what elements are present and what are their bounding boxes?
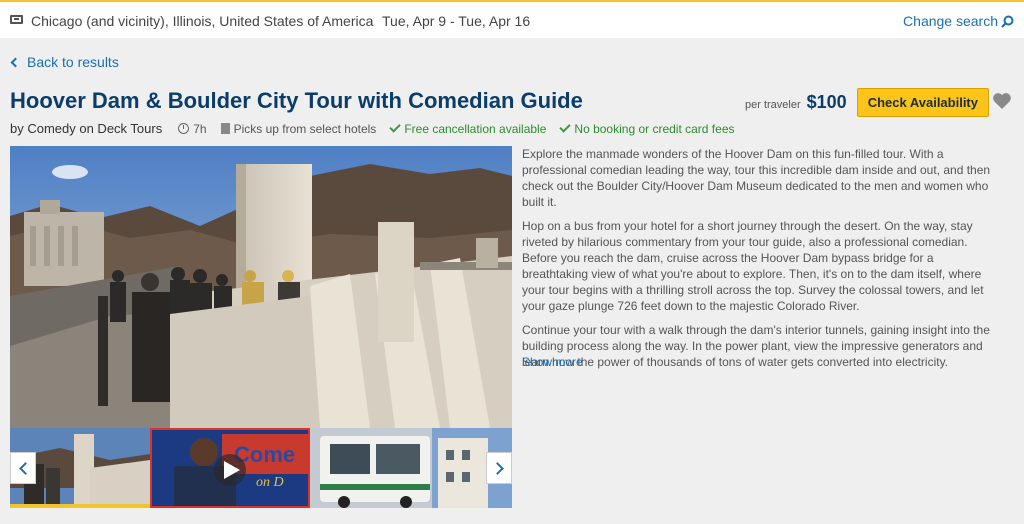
change-search-link[interactable]: Change search: [903, 13, 998, 29]
heart-icon[interactable]: [992, 92, 1012, 110]
photo-thumbnails: Come on D: [10, 428, 512, 508]
search-summary-bar: Chicago (and vicinity), Illinois, United…: [0, 0, 1024, 38]
clock-icon: [178, 123, 190, 134]
operator-name: by Comedy on Deck Tours: [10, 121, 163, 136]
description-paragraph: Hop on a bus from your hotel for a short…: [522, 219, 984, 313]
thumbnails-prev-button[interactable]: [10, 452, 36, 484]
chevron-left-icon: [19, 462, 32, 475]
main-photo[interactable]: [10, 146, 512, 428]
thumbnails-next-button[interactable]: [486, 452, 512, 484]
price-box: per traveler $100 Check Availability: [745, 88, 989, 117]
chevron-left-icon: [10, 57, 21, 68]
price-amount: $100: [806, 92, 847, 112]
no-fees-text: No booking or credit card fees: [574, 121, 735, 136]
description-paragraph: Explore the manmade wonders of the Hoove…: [522, 147, 991, 209]
check-availability-button[interactable]: Check Availability: [856, 88, 989, 117]
location-card-icon: [10, 15, 23, 24]
pickup-info: Picks up from select hotels: [220, 121, 377, 136]
search-icon[interactable]: [1001, 15, 1014, 28]
duration-value: 7h: [193, 121, 207, 136]
free-cancellation: Free cancellation available: [389, 120, 547, 136]
back-to-results-link[interactable]: Back to results: [10, 54, 119, 70]
check-icon: [389, 120, 401, 133]
per-traveler-label: per traveler: [745, 98, 801, 111]
check-icon: [559, 120, 572, 133]
back-label: Back to results: [27, 54, 119, 70]
thumbnail-sign-text-2: on D: [256, 475, 284, 490]
search-location: Chicago (and vicinity), Illinois, United…: [31, 13, 374, 29]
building-icon: [220, 123, 230, 134]
duration: 7h: [178, 121, 207, 136]
free-cancellation-text: Free cancellation available: [404, 121, 547, 136]
video-thumbnail[interactable]: Come on D: [150, 428, 310, 508]
thumbnail[interactable]: [310, 428, 432, 508]
pickup-text: Picks up from select hotels: [233, 121, 377, 136]
page-title: Hoover Dam & Boulder City Tour with Come…: [10, 88, 583, 113]
tour-description: Explore the manmade wonders of the Hoove…: [522, 146, 1002, 378]
selected-indicator: [10, 504, 150, 508]
hoover-dam-photo-illustration: [10, 146, 512, 428]
search-dates: Tue, Apr 9 - Tue, Apr 16: [382, 13, 531, 29]
chevron-right-icon: [491, 462, 504, 475]
no-fees: No booking or credit card fees: [559, 120, 735, 136]
description-paragraph: Continue your tour with a walk through t…: [522, 323, 990, 369]
show-more-link[interactable]: Show more: [522, 355, 583, 369]
tour-meta: by Comedy on Deck Tours 7h Picks up from…: [10, 120, 735, 136]
